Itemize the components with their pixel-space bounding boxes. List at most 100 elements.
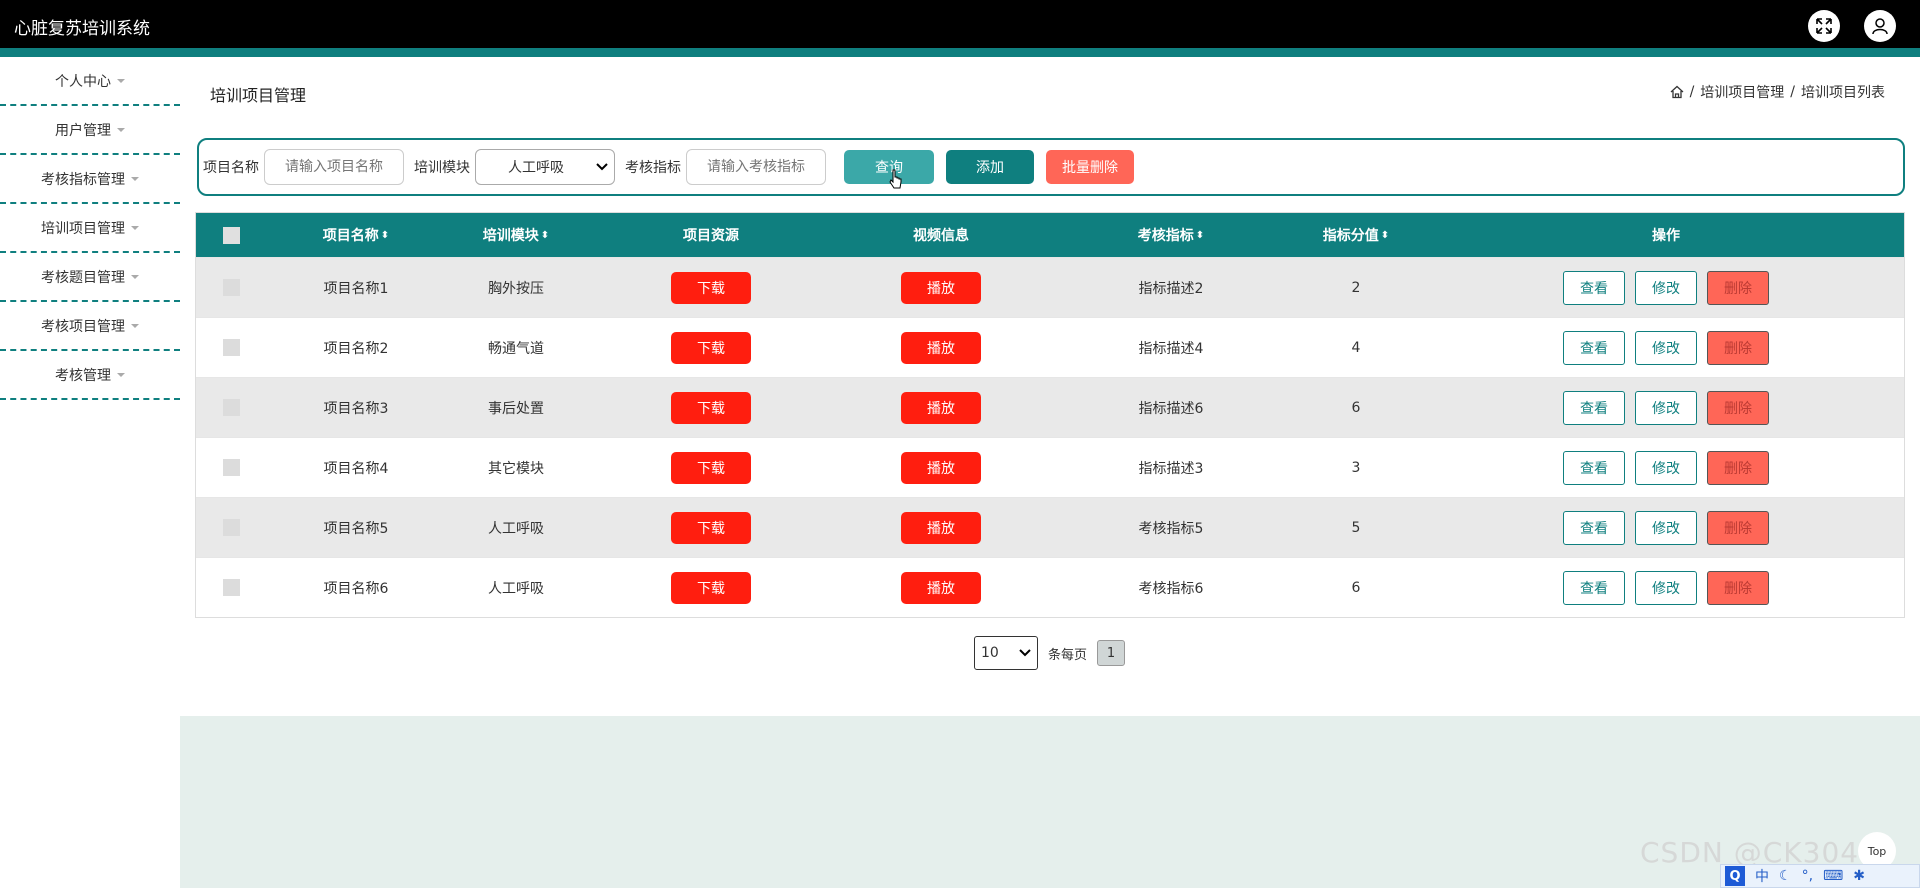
training-module-select[interactable]: 人工呼吸 (475, 149, 615, 185)
settings-icon[interactable]: ✱ (1853, 868, 1865, 884)
edit-button[interactable]: 修改 (1635, 270, 1697, 305)
view-button[interactable]: 查看 (1563, 570, 1625, 605)
cell-score: 3 (1351, 459, 1361, 476)
punctuation-icon[interactable]: °, (1802, 868, 1813, 884)
row-checkbox[interactable] (222, 459, 240, 476)
header-actions: 操作 (1426, 213, 1906, 257)
cell-resource: 下载 (596, 258, 826, 317)
sidebar-item-exam-management[interactable]: 考核管理 (0, 351, 180, 400)
delete-button[interactable]: 删除 (1707, 270, 1769, 305)
cell-actions: 查看 修改 删除 (1426, 558, 1906, 617)
table-body: 项目名称1 胸外按压 下载 播放 指标描述2 2 查看 修改 删除 项目名称2 畅通气道 下载 播放 指标… (196, 257, 1904, 617)
play-button[interactable]: 播放 (901, 511, 981, 544)
row-checkbox[interactable] (222, 519, 240, 536)
edit-button[interactable]: 修改 (1635, 570, 1697, 605)
download-button[interactable]: 下载 (671, 391, 751, 424)
cell-actions: 查看 修改 删除 (1426, 258, 1906, 317)
view-button[interactable]: 查看 (1563, 330, 1625, 365)
header-indicator[interactable]: 考核指标 ⬍ (1056, 213, 1286, 257)
user-icon[interactable] (1864, 10, 1896, 42)
add-button[interactable]: 添加 (946, 150, 1034, 184)
sidebar-item-personal-center[interactable]: 个人中心 (0, 57, 180, 106)
keyboard-icon[interactable]: ⌨ (1823, 868, 1843, 884)
download-button[interactable]: 下载 (671, 571, 751, 604)
caret-down-icon (117, 78, 125, 83)
view-button[interactable]: 查看 (1563, 270, 1625, 305)
cell-indicator: 指标描述6 (1138, 400, 1204, 417)
select-all-cell (216, 213, 246, 257)
edit-button[interactable]: 修改 (1635, 450, 1697, 485)
view-button[interactable]: 查看 (1563, 390, 1625, 425)
bulk-delete-button[interactable]: 批量删除 (1046, 150, 1134, 184)
header-module[interactable]: 培训模块 ⬍ (436, 213, 596, 257)
play-button[interactable]: 播放 (901, 331, 981, 364)
breadcrumb-item-training-project-management[interactable]: 培训项目管理 (1700, 82, 1784, 102)
cell-resource: 下载 (596, 438, 826, 497)
view-button[interactable]: 查看 (1563, 510, 1625, 545)
cell-name: 项目名称3 (323, 400, 389, 417)
view-button[interactable]: 查看 (1563, 450, 1625, 485)
row-checkbox[interactable] (222, 579, 240, 596)
edit-button[interactable]: 修改 (1635, 390, 1697, 425)
ime-logo-icon[interactable]: Q (1725, 866, 1745, 886)
cell-resource: 下载 (596, 558, 826, 617)
sidebar-item-label: 用户管理 (55, 122, 111, 139)
play-button[interactable]: 播放 (901, 271, 981, 304)
sidebar-item-label: 考核指标管理 (41, 171, 125, 188)
select-all-checkbox[interactable] (222, 226, 240, 244)
header-score[interactable]: 指标分值 ⬍ (1286, 213, 1426, 257)
delete-button[interactable]: 删除 (1707, 390, 1769, 425)
moon-icon[interactable]: ☾ (1779, 868, 1792, 884)
table-row: 项目名称2 畅通气道 下载 播放 指标描述4 4 查看 修改 删除 (196, 317, 1904, 377)
cell-actions: 查看 修改 删除 (1426, 318, 1906, 377)
delete-button[interactable]: 删除 (1707, 450, 1769, 485)
play-button[interactable]: 播放 (901, 391, 981, 424)
download-button[interactable]: 下载 (671, 331, 751, 364)
cell-name: 项目名称1 (323, 280, 389, 297)
project-table: 项目名称 ⬍ 培训模块 ⬍ 项目资源 视频信息 考核指标 ⬍ 指标分值 ⬍ 操作 项目名… (195, 212, 1905, 618)
project-name-input[interactable] (264, 149, 404, 185)
caret-down-icon (131, 176, 139, 181)
download-button[interactable]: 下载 (671, 451, 751, 484)
header-name[interactable]: 项目名称 ⬍ (276, 213, 436, 257)
breadcrumb-separator: / (1790, 84, 1795, 100)
page-title: 培训项目管理 (210, 86, 307, 105)
header-module-label: 培训模块 (482, 228, 539, 244)
sidebar-item-label: 培训项目管理 (41, 220, 125, 237)
row-checkbox[interactable] (222, 339, 240, 356)
sidebar-item-indicator-management[interactable]: 考核指标管理 (0, 155, 180, 204)
home-icon[interactable] (1670, 85, 1684, 99)
sort-icon: ⬍ (540, 229, 550, 241)
ime-toolbar: Q 中 ☾ °, ⌨ ✱ (1720, 864, 1920, 888)
play-button[interactable]: 播放 (901, 451, 981, 484)
sidebar-item-training-project-management[interactable]: 培训项目管理 (0, 204, 180, 253)
page-size-select[interactable]: 10 (974, 636, 1038, 670)
cell-name: 项目名称4 (323, 460, 389, 477)
cell-indicator: 指标描述4 (1138, 340, 1204, 357)
caret-down-icon (117, 127, 125, 132)
sidebar-item-user-management[interactable]: 用户管理 (0, 106, 180, 155)
edit-button[interactable]: 修改 (1635, 330, 1697, 365)
cell-module: 人工呼吸 (488, 580, 544, 597)
edit-button[interactable]: 修改 (1635, 510, 1697, 545)
delete-button[interactable]: 删除 (1707, 330, 1769, 365)
download-button[interactable]: 下载 (671, 511, 751, 544)
top-bar: 心脏复苏培训系统 (0, 0, 1920, 48)
row-checkbox[interactable] (222, 279, 240, 296)
sidebar-item-question-management[interactable]: 考核题目管理 (0, 253, 180, 302)
page-number-current[interactable]: 1 (1097, 640, 1126, 666)
row-checkbox[interactable] (222, 399, 240, 416)
header-actions-label: 操作 (1652, 228, 1680, 244)
chevron-down-icon (1019, 649, 1031, 657)
caret-down-icon (117, 372, 125, 377)
indicator-input[interactable] (686, 149, 826, 185)
play-button[interactable]: 播放 (901, 571, 981, 604)
download-button[interactable]: 下载 (671, 271, 751, 304)
delete-button[interactable]: 删除 (1707, 510, 1769, 545)
row-select-cell (216, 318, 246, 377)
expand-icon[interactable] (1808, 10, 1840, 42)
delete-button[interactable]: 删除 (1707, 570, 1769, 605)
cell-score: 6 (1351, 579, 1361, 596)
sidebar-item-exam-project-management[interactable]: 考核项目管理 (0, 302, 180, 351)
ime-language[interactable]: 中 (1755, 866, 1769, 886)
